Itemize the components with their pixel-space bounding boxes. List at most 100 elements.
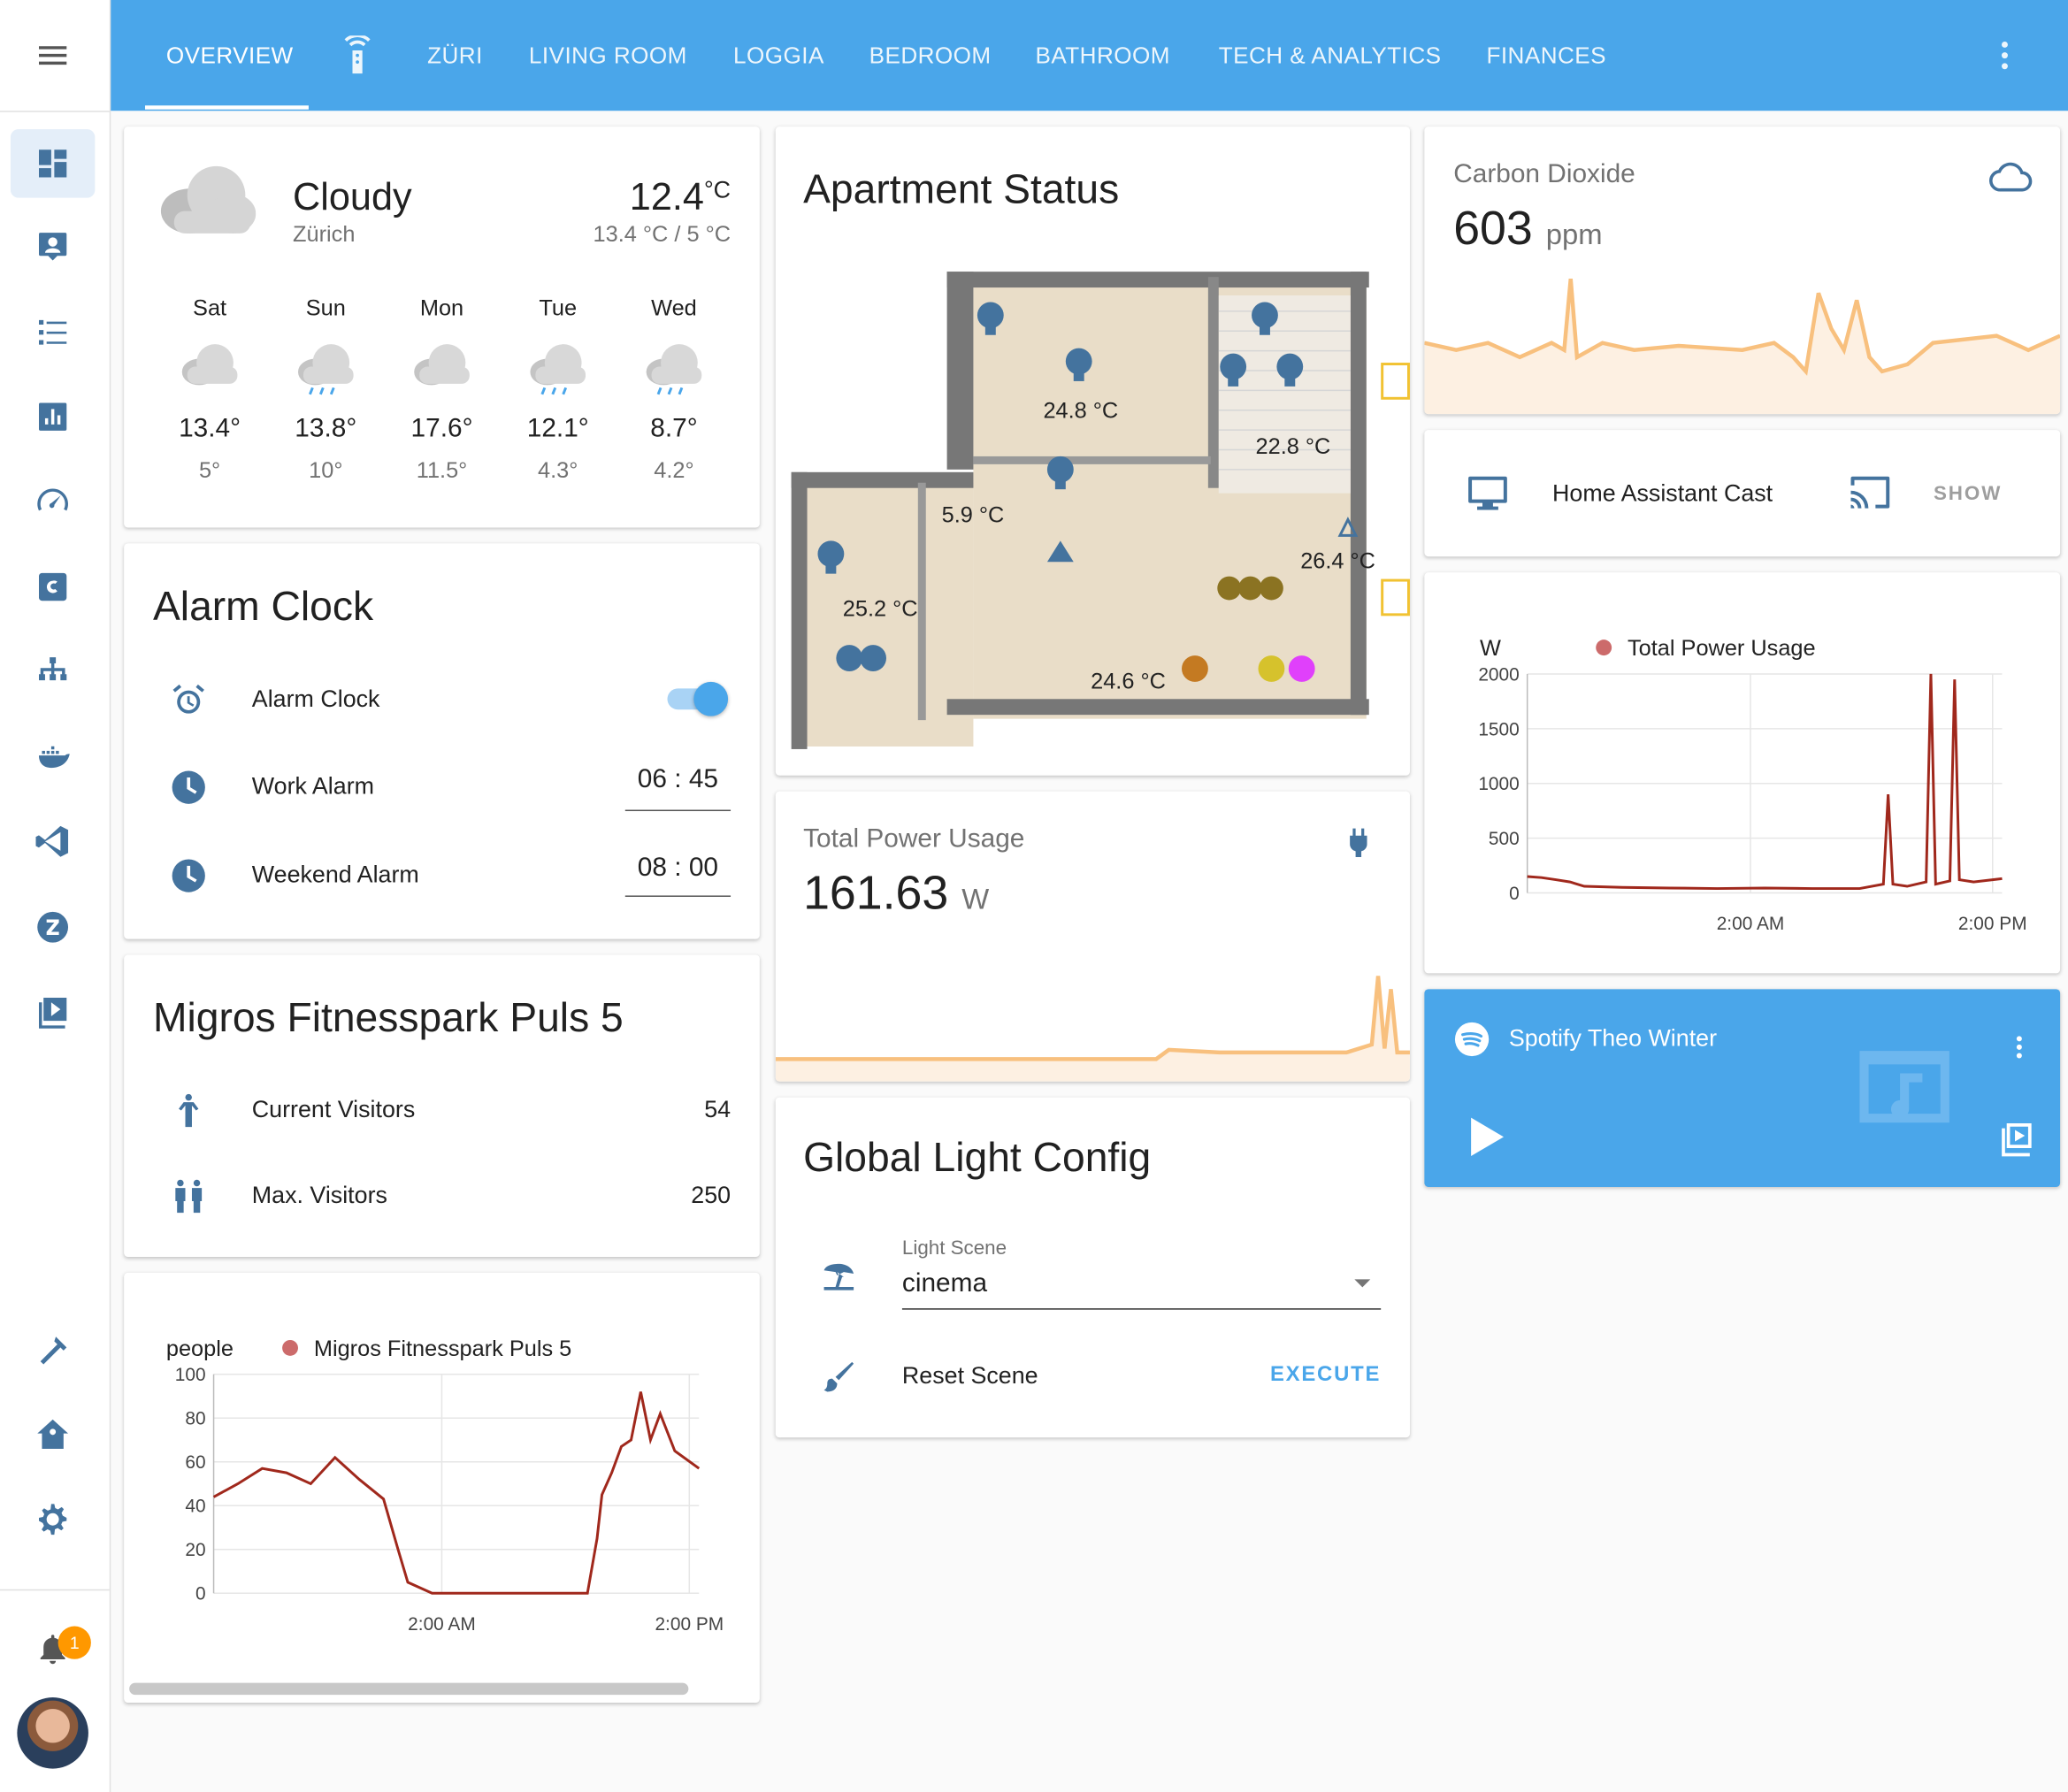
sidebar-item-zwave[interactable]: [11, 892, 95, 961]
co2-card[interactable]: Carbon Dioxide 603 ppm: [1424, 126, 2061, 415]
docker-icon: [38, 746, 70, 769]
weekend-alarm-minutes[interactable]: 00: [689, 854, 718, 883]
execute-button[interactable]: EXECUTE: [1270, 1364, 1381, 1388]
power-sensor-reading: 161.63 W: [803, 865, 989, 921]
apartment-card: Apartment Status 24.8 °C 22.8 °C 5.9 °C …: [775, 126, 1410, 776]
notification-badge: 1: [57, 1626, 91, 1659]
sidebar-item-vscode[interactable]: [11, 808, 95, 877]
temperature-value: 12.4: [629, 176, 704, 219]
work-alarm-minutes[interactable]: 45: [689, 765, 718, 794]
weekend-alarm-hours[interactable]: 08: [638, 854, 667, 883]
alarm-title: Alarm Clock: [152, 583, 374, 630]
forecast-day: Sat 13.4° 5°: [157, 295, 262, 484]
series-line: [1527, 673, 2003, 891]
power-history-card: W Total Power Usage 2000 1500 1000 500 0 2:00 A…: [1424, 572, 2061, 974]
gear-icon: [38, 1504, 67, 1535]
play-button[interactable]: [1467, 1115, 1506, 1158]
tab-remote[interactable]: [338, 0, 378, 111]
forecast-high: 8.7°: [650, 414, 698, 444]
spotify-title: Spotify Theo Winter: [1508, 1024, 1718, 1052]
temp-bathroom: 25.2 °C: [843, 596, 918, 621]
work-alarm-hours[interactable]: 06: [638, 765, 667, 794]
current-visitors-value: 54: [704, 1096, 731, 1122]
temp-bedroom: 24.8 °C: [1043, 399, 1118, 424]
alarm-toggle[interactable]: [667, 681, 729, 716]
co2-value: 603: [1453, 200, 1533, 255]
play-box-multiple-icon[interactable]: [1997, 1118, 2037, 1158]
tab-finances[interactable]: FINANCES: [1486, 0, 1606, 111]
more-options-button[interactable]: [2004, 1029, 2034, 1066]
tab-loggia[interactable]: LOGGIA: [733, 0, 824, 111]
sidebar-item-history[interactable]: [11, 382, 95, 451]
reset-scene-label: Reset Scene: [901, 1362, 1038, 1390]
forecast-day-name: Wed: [651, 295, 697, 321]
sidebar-item-overview[interactable]: [10, 129, 96, 198]
weather-temperature: 12.4°C: [630, 177, 731, 220]
video-music-icon: [1859, 1051, 1949, 1123]
horizontal-scrollbar[interactable]: [129, 1682, 689, 1696]
sidebar-item-gauge[interactable]: [11, 468, 95, 537]
cast-show-button[interactable]: SHOW: [1934, 483, 2002, 505]
temp-hall: 22.8 °C: [1256, 434, 1331, 459]
sidebar-item-map[interactable]: [11, 212, 95, 281]
cloud-icon: [414, 344, 470, 386]
alarm-clock-icon: [169, 680, 209, 720]
tab-tech-analytics[interactable]: TECH & ANALYTICS: [1219, 0, 1442, 111]
rain-icon: [530, 344, 586, 395]
work-alarm-time[interactable]: 06 : 45: [624, 765, 731, 812]
work-alarm-label: Work Alarm: [251, 772, 375, 800]
tab-overview[interactable]: OVERVIEW: [166, 0, 294, 111]
sidebar-item-c[interactable]: [11, 553, 95, 622]
forecast-high: 13.8°: [295, 414, 357, 444]
dashboard-icon: [38, 149, 67, 178]
forecast-day-name: Sun: [305, 295, 346, 321]
sidebar-item-logbook[interactable]: [11, 298, 95, 367]
sidebar-item-settings[interactable]: [11, 1485, 95, 1554]
sidebar-item-media[interactable]: [11, 977, 95, 1046]
z-wave-icon: [37, 911, 69, 943]
remote-icon: [344, 35, 371, 74]
people-icon: [169, 1176, 209, 1216]
forecast-day-name: Sat: [193, 295, 227, 321]
legend-swatch: [1596, 639, 1612, 656]
co2-sparkline: [1424, 279, 2061, 415]
sidebar-item-supervisor[interactable]: [11, 1401, 95, 1470]
y-tick-label: 60: [185, 1452, 205, 1473]
sidebar-item-developer-tools[interactable]: [11, 1316, 95, 1385]
menu-icon[interactable]: [11, 21, 95, 90]
forecast-day: Wed 8.7° 4.2°: [621, 295, 726, 484]
tab-living-room[interactable]: LIVING ROOM: [529, 0, 687, 111]
fitness-card: Migros Fitnesspark Puls 5 Current Visito…: [124, 954, 760, 1258]
power-sensor-card[interactable]: Total Power Usage 161.63 W: [775, 791, 1410, 1082]
max-visitors-value: 250: [691, 1182, 731, 1208]
y-tick-label: 80: [185, 1409, 205, 1429]
weather-location: Zürich: [293, 221, 356, 247]
clock-icon: [169, 856, 209, 896]
more-menu-button[interactable]: [1987, 0, 2024, 111]
monitor-icon: [1468, 476, 1507, 510]
tab-bedroom[interactable]: BEDROOM: [869, 0, 992, 111]
power-sensor-title: Total Power Usage: [803, 823, 1025, 854]
forecast-low: 10°: [309, 457, 343, 483]
letter-c-icon: [38, 572, 67, 601]
sidebar-item-docker[interactable]: [11, 723, 95, 792]
home-assistant-icon: [37, 1419, 69, 1449]
apartment-title: Apartment Status: [803, 165, 1120, 213]
x-tick-label: 2:00 PM: [655, 1614, 724, 1635]
weather-high-low: 13.4 °C / 5 °C: [593, 221, 731, 247]
tab-zueri[interactable]: ZÜRI: [427, 0, 483, 111]
co2-title: Carbon Dioxide: [1453, 159, 1635, 189]
play-box-multiple-icon: [38, 998, 67, 1029]
light-scene-select[interactable]: cinema: [901, 1268, 1382, 1310]
sidebar-item-network[interactable]: [11, 639, 95, 708]
x-tick-label: 2:00 PM: [1958, 914, 2027, 934]
weather-card[interactable]: Cloudy Zürich 12.4°C 13.4 °C / 5 °C Sat 1…: [124, 126, 760, 528]
sidebar-divider: [0, 1589, 110, 1591]
tab-bathroom[interactable]: BATHROOM: [1036, 0, 1170, 111]
y-tick-label: 40: [185, 1497, 205, 1517]
power-sensor-unit: W: [961, 882, 990, 915]
avatar[interactable]: [17, 1697, 88, 1769]
forecast-high: 12.1°: [526, 414, 589, 444]
forecast-high: 13.4°: [179, 414, 241, 444]
weekend-alarm-time[interactable]: 08 : 00: [624, 854, 731, 897]
